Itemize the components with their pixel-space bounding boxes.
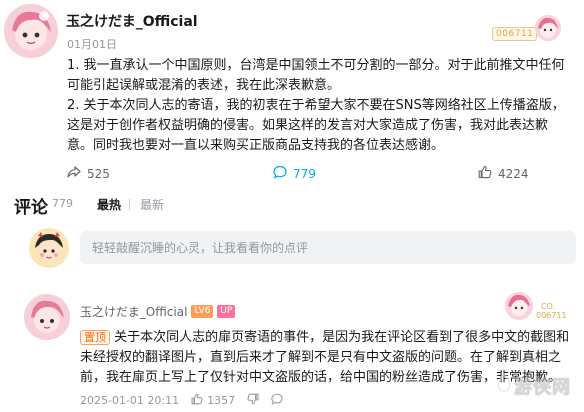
post-author-avatar[interactable]: [4, 4, 58, 58]
comment-count: 779: [293, 166, 316, 181]
comment-author-name[interactable]: 玉之けだま_Official: [80, 303, 187, 320]
comment-decoration-avatar: [505, 292, 533, 320]
comment-like-button[interactable]: 1357: [191, 393, 235, 408]
up-badge: UP: [217, 305, 236, 318]
comment-author-avatar[interactable]: [24, 294, 70, 340]
comment-icon: [273, 165, 287, 182]
like-count: 4224: [498, 166, 529, 181]
post-author-name[interactable]: 玉之けだま_Official: [66, 11, 198, 31]
post-date: 01月01日: [67, 38, 117, 51]
like-button[interactable]: 4224: [478, 165, 529, 182]
level-badge: LV6: [191, 305, 214, 318]
sort-hot-tab[interactable]: 最热: [97, 196, 121, 213]
reply-icon: [271, 393, 283, 408]
post-fan-badge: 006711: [492, 21, 538, 41]
post-paragraph-1: 1. 我一直承认一个中国原则，台湾是中国领土不可分割的一部分。对于此前推文中任何…: [67, 58, 565, 93]
pinned-badge: 置顶: [80, 330, 110, 345]
sort-divider: [129, 199, 130, 210]
post-decoration-avatar: [535, 15, 561, 41]
comment-button[interactable]: 779: [273, 165, 316, 182]
comment-time: 2025-01-01 20:11: [80, 394, 180, 407]
watermark-logo: 游侠网: [496, 372, 571, 399]
comment-like-count: 1357: [207, 394, 236, 407]
comment-input-placeholder: 轻轻敲醒沉睡的心灵，让我看看你的点评: [92, 241, 309, 255]
fan-badge-text: 006711: [492, 27, 538, 41]
comment-meta-row: 2025-01-01 20:11 1357: [80, 393, 283, 408]
post-paragraph-2: 2. 关于本次同人志的寄语，我的初衷在于希望大家不要在SNS等网络社区上传播盗版…: [67, 98, 565, 153]
thumbs-up-icon: [191, 393, 203, 408]
forward-icon: [67, 165, 81, 182]
current-user-avatar[interactable]: [29, 228, 69, 268]
comments-count: 779: [52, 197, 73, 210]
comment-dislike-button[interactable]: [247, 393, 259, 408]
thumbs-down-icon: [247, 393, 259, 408]
comment-input[interactable]: 轻轻敲醒沉睡的心灵，让我看看你的点评: [80, 231, 576, 264]
comments-title: 评论: [14, 198, 48, 218]
comment-author-row: 玉之けだま_Official LV6 UP: [80, 303, 236, 320]
thumbs-up-icon: [478, 165, 492, 182]
sort-new-tab[interactable]: 最新: [140, 196, 164, 213]
watermark-text: 游侠网: [514, 377, 571, 399]
comment-fan-badge: CO. 006711: [536, 302, 567, 320]
forward-button[interactable]: 525: [67, 165, 110, 182]
forward-count: 525: [87, 166, 110, 181]
watermark-mark-icon: [496, 372, 512, 399]
comment-reply-button[interactable]: [271, 393, 283, 408]
